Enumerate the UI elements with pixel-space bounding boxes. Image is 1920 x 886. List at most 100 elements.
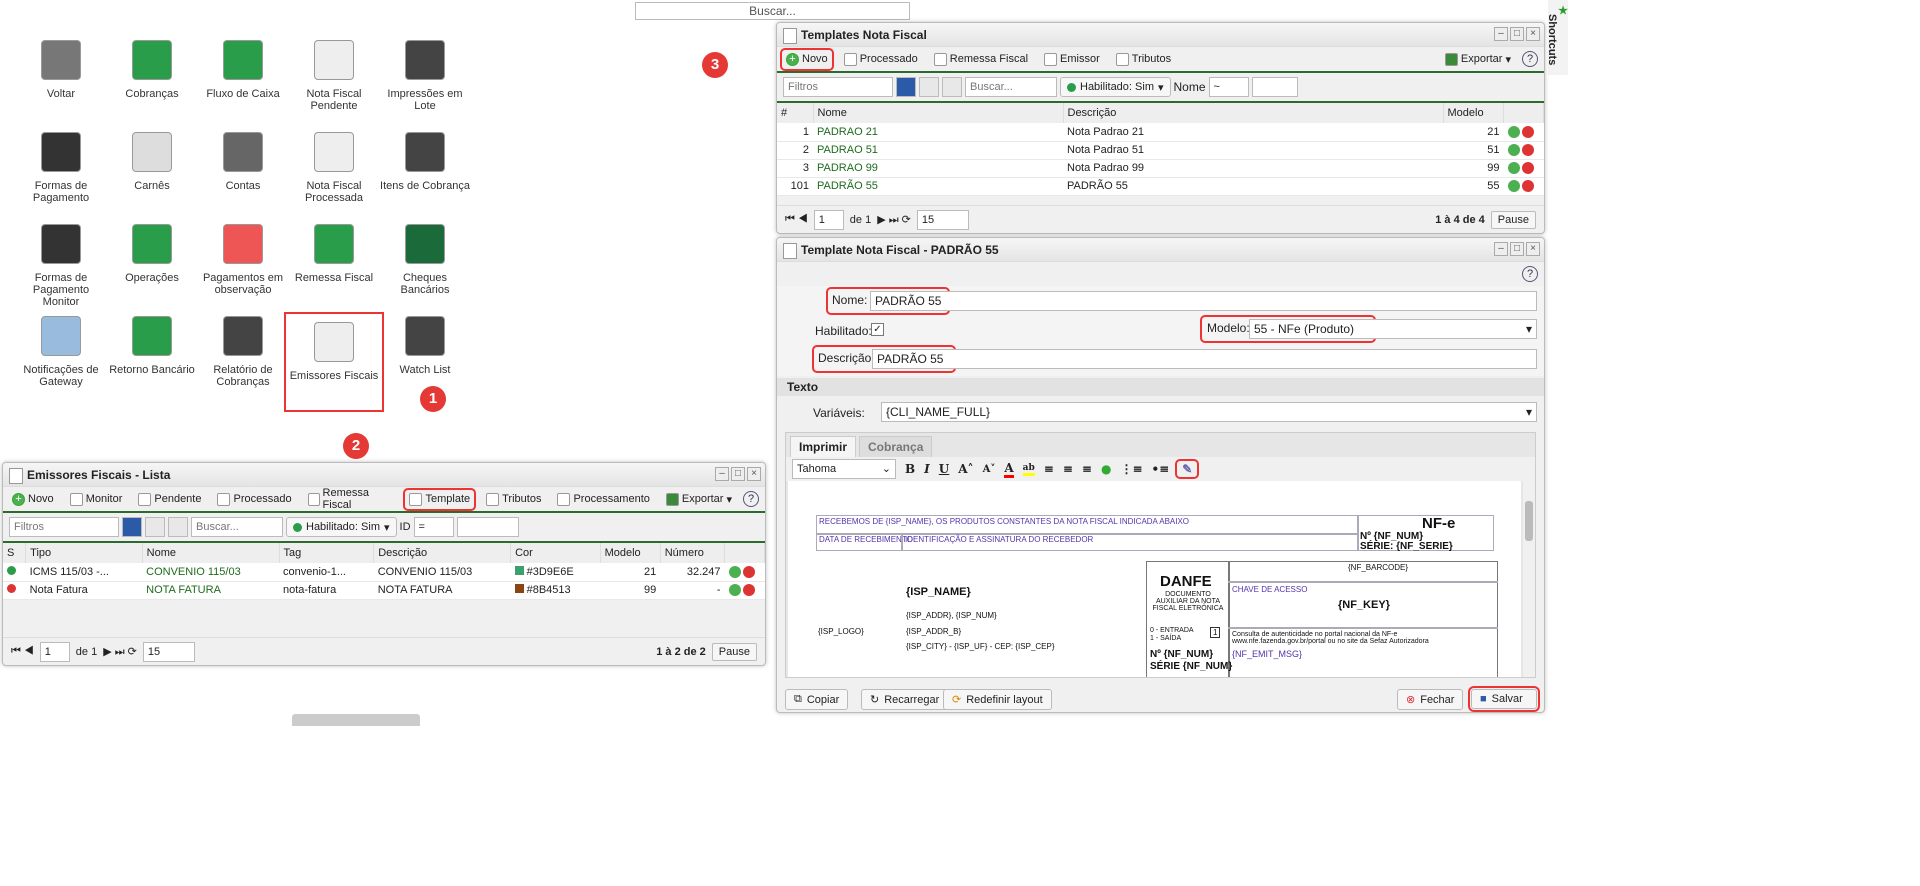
help-icon[interactable]: ? — [1522, 51, 1538, 67]
export-button[interactable]: Exportar ▾ — [663, 491, 735, 508]
close-button[interactable]: × — [747, 467, 761, 481]
editor-content[interactable]: RECEBEMOS DE {ISP_NAME}, OS PRODUTOS CON… — [788, 481, 1521, 677]
tile-emissores-fiscais[interactable]: Emissores Fiscais — [284, 312, 384, 412]
toolbar-tributos-button[interactable]: Tributos — [1113, 51, 1174, 68]
minimize-button[interactable]: – — [1494, 27, 1508, 41]
enable-icon[interactable] — [1507, 144, 1520, 157]
table-row[interactable]: Nota Fatura NOTA FATURA nota-fatura NOTA FA… — [3, 581, 765, 600]
tile-carn-s[interactable]: Carnês — [106, 132, 198, 192]
nome-input[interactable] — [1251, 77, 1298, 97]
tile-nota-fiscal-processada[interactable]: Nota Fiscal Processada — [288, 132, 380, 204]
align-left-button[interactable]: ≡ — [1044, 462, 1054, 476]
enable-icon[interactable] — [1507, 180, 1520, 193]
tab-imprimir[interactable]: Imprimir — [790, 436, 857, 457]
reset-layout-button[interactable]: ⟳ Redefinir layout — [943, 689, 1052, 710]
bold-button[interactable]: B — [905, 462, 915, 476]
italic-button[interactable]: I — [924, 462, 930, 476]
maximize-button[interactable]: □ — [1510, 27, 1524, 41]
close-button[interactable]: × — [1526, 27, 1540, 41]
table-row[interactable]: ICMS 115/03 -... CONVENIO 115/03 convenio-… — [3, 563, 765, 582]
tile-cobran-as[interactable]: Cobranças — [106, 40, 198, 100]
tile-contas[interactable]: Contas — [197, 132, 289, 192]
tile-remessa-fiscal[interactable]: Remessa Fiscal — [288, 224, 380, 284]
toolbar-pendente-button[interactable]: Pendente — [135, 491, 204, 508]
help-icon[interactable]: ? — [743, 491, 759, 507]
enable-icon[interactable] — [728, 565, 741, 578]
font-color-button[interactable]: A — [1004, 461, 1014, 478]
page-input[interactable]: 1 — [39, 641, 70, 662]
align-center-button[interactable]: ≡ — [1063, 462, 1073, 476]
enable-icon[interactable] — [1507, 125, 1520, 138]
export-button[interactable]: Exportar ▾ — [1442, 51, 1514, 68]
save-button[interactable]: ■ Salvar — [1468, 686, 1540, 712]
variaveis-select[interactable]: {CLI_NAME_FULL} ▾ — [881, 402, 1537, 422]
enable-icon[interactable] — [728, 584, 741, 597]
clear-filter-icon[interactable] — [942, 77, 962, 97]
column-header[interactable]: Cor — [510, 543, 601, 563]
column-header[interactable]: S — [3, 543, 27, 563]
id-operator-select[interactable]: = — [413, 517, 454, 537]
enabled-filter[interactable]: Habilitado: Sim ▾ — [1060, 77, 1171, 97]
taskbar-tab[interactable] — [292, 714, 420, 726]
align-right-button[interactable]: ≡ — [1082, 462, 1092, 476]
maximize-button[interactable]: □ — [731, 467, 745, 481]
toolbar-remessa-fiscal-button[interactable]: Remessa Fiscal — [931, 51, 1031, 68]
close-form-button[interactable]: ⊗ Fechar — [1397, 689, 1464, 710]
tile-fluxo-de-caixa[interactable]: Fluxo de Caixa — [197, 40, 289, 100]
toolbar-processado-button[interactable]: Processado — [841, 51, 921, 68]
tile-itens-de-cobran-a[interactable]: Itens de Cobrança — [379, 132, 471, 192]
pause-button[interactable]: Pause — [1490, 210, 1536, 229]
clear-filter-icon[interactable] — [168, 517, 188, 537]
tile-watch-list[interactable]: Watch List — [379, 316, 471, 376]
minimize-button[interactable]: – — [715, 467, 729, 481]
toolbar-remessa-fiscal-button[interactable]: Remessa Fiscal — [305, 485, 397, 513]
column-header[interactable]: Modelo — [600, 543, 661, 563]
copy-button[interactable]: ⧉ Copiar — [785, 689, 849, 710]
tile-voltar[interactable]: Voltar — [15, 40, 107, 100]
filters-select[interactable]: Filtros — [9, 517, 119, 537]
close-button[interactable]: × — [1526, 242, 1540, 256]
tile-pagamentos-em-observa-o[interactable]: Pagamentos em observação — [197, 224, 289, 296]
underline-button[interactable]: U — [939, 462, 949, 476]
tab-cobranca[interactable]: Cobrança — [859, 436, 933, 457]
unordered-list-button[interactable]: •≡ — [1152, 462, 1170, 476]
shortcuts-bar[interactable]: ★ Shortcuts — [1546, 0, 1568, 75]
font-select[interactable]: Tahoma ⌄ — [792, 459, 896, 479]
tile-impress-es-em-lote[interactable]: Impressões em Lote — [379, 40, 471, 112]
disable-icon[interactable] — [1521, 162, 1534, 175]
nome-field[interactable]: PADRÃO 55 — [870, 291, 1537, 311]
font-grow-button[interactable]: A˄ — [958, 462, 973, 476]
save-icon[interactable] — [122, 517, 142, 537]
tile-formas-de-pagamento[interactable]: Formas de Pagamento — [15, 132, 107, 204]
toolbar-monitor-button[interactable]: Monitor — [67, 491, 126, 508]
toolbar-processamento-button[interactable]: Processamento — [554, 491, 652, 508]
toolbar-tributos-button[interactable]: Tributos — [483, 491, 544, 508]
minimize-button[interactable]: – — [1494, 242, 1508, 256]
tile-formas-de-pagamento-monitor[interactable]: Formas de Pagamento Monitor — [15, 224, 107, 308]
tile-relat-rio-de-cobran-as[interactable]: Relatório de Cobranças — [197, 316, 289, 388]
maximize-button[interactable]: □ — [1510, 242, 1524, 256]
filters-select[interactable]: Filtros — [783, 77, 893, 97]
tile-nota-fiscal-pendente[interactable]: Nota Fiscal Pendente — [288, 40, 380, 112]
tile-notifica-es-de-gateway[interactable]: Notificações de Gateway — [15, 316, 107, 388]
help-icon[interactable]: ? — [1522, 266, 1538, 282]
refresh-icon[interactable] — [145, 517, 165, 537]
descricao-field[interactable]: PADRÃO 55 — [872, 349, 1537, 369]
disable-icon[interactable] — [1521, 180, 1534, 193]
toolbar-novo-button[interactable]: + Novo — [780, 47, 834, 71]
column-header[interactable]: Descrição — [1063, 103, 1444, 123]
nome-operator-select[interactable]: ~ — [1208, 77, 1249, 97]
disable-icon[interactable] — [1521, 144, 1534, 157]
modelo-select[interactable]: 55 - NFe (Produto) ▾ — [1249, 319, 1537, 339]
enable-icon[interactable] — [1507, 162, 1520, 175]
link-icon[interactable]: ● — [1101, 462, 1111, 476]
column-header[interactable]: Descrição — [373, 543, 512, 563]
column-header[interactable]: Modelo — [1443, 103, 1504, 123]
save-icon[interactable] — [896, 77, 916, 97]
pause-button[interactable]: Pause — [711, 642, 757, 661]
habilitado-checkbox[interactable]: ✓ — [871, 323, 884, 336]
reload-button[interactable]: ↻ Recarregar — [861, 689, 949, 710]
table-row[interactable]: 1 PADRAO 21 Nota Padrao 21 21 — [777, 123, 1544, 142]
table-row[interactable]: 101 PADRÃO 55 PADRÃO 55 55 — [777, 177, 1544, 196]
table-row[interactable]: 3 PADRAO 99 Nota Padrao 99 99 — [777, 159, 1544, 178]
